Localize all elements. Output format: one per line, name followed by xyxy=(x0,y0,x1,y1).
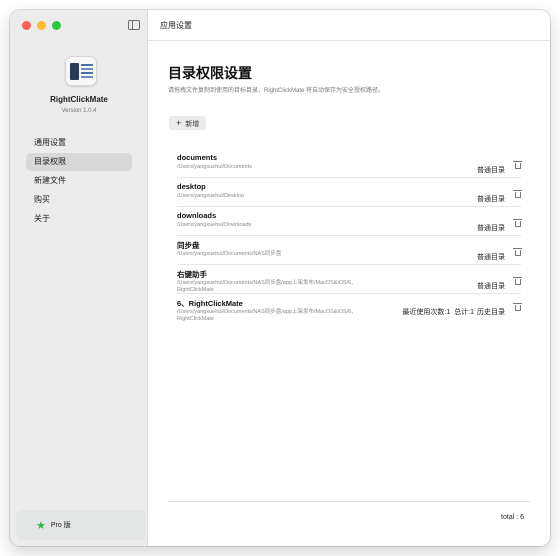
sidebar-item-about[interactable]: 关于 xyxy=(26,210,132,228)
sidebar-item-directory-permissions[interactable]: 目录权限 xyxy=(26,153,132,171)
sidebar-toggle-icon[interactable] xyxy=(128,20,140,30)
directory-row[interactable]: 同步盘 /Users/yangxuehui/Documents/NAS同步盘 普… xyxy=(177,237,522,265)
total-use-count: 总计:1 xyxy=(454,309,474,316)
directory-path: /Users/yangxuehui/Desktop xyxy=(177,193,245,199)
directory-type: 普通目录 xyxy=(477,283,505,290)
directory-type: 普通目录 xyxy=(477,254,505,261)
main-panel: 应用设置 目录权限设置 请拖拽文件复制到使用的目标目录，RightClickMa… xyxy=(148,10,550,546)
sidebar: RightClickMate Version 1.0.4 通用设置 目录权限 新… xyxy=(10,10,148,546)
directory-path: /Users/yangxuehui/Documents/NAS同步盘 xyxy=(177,251,282,257)
directory-row[interactable]: desktop /Users/yangxuehui/Desktop 普通目录 xyxy=(177,179,522,207)
add-directory-button[interactable]: + 新增 xyxy=(169,116,207,130)
sidebar-nav: 通用设置 目录权限 新建文件 购买 关于 xyxy=(26,134,132,229)
directory-path: /Users/yangxuehui/Documents/NAS同步盘/app上架… xyxy=(177,280,357,293)
pro-badge-button[interactable]: ★ Pro 版 xyxy=(16,510,146,540)
trash-icon[interactable] xyxy=(513,277,522,285)
trash-icon[interactable] xyxy=(513,219,522,227)
directory-row[interactable]: 右键助手 /Users/yangxuehui/Documents/NAS同步盘/… xyxy=(177,266,522,294)
trash-icon[interactable] xyxy=(513,248,522,256)
total-count: total : 6 xyxy=(501,514,524,521)
directory-type: 普通目录 xyxy=(477,167,505,174)
star-icon: ★ xyxy=(36,519,46,532)
footer-divider xyxy=(168,501,530,502)
directory-name: documents xyxy=(177,153,218,162)
plus-icon: + xyxy=(176,118,182,128)
sidebar-item-general[interactable]: 通用设置 xyxy=(26,134,132,152)
trash-icon[interactable] xyxy=(513,303,522,311)
page-title: 目录权限设置 xyxy=(168,65,252,81)
directory-type: 历史目录 xyxy=(477,309,505,316)
directory-name: desktop xyxy=(177,182,206,191)
app-window: RightClickMate Version 1.0.4 通用设置 目录权限 新… xyxy=(10,10,550,546)
directory-path: /Users/yangxuehui/Downloads xyxy=(177,222,252,228)
trash-icon[interactable] xyxy=(513,190,522,198)
directory-path: /Users/yangxuehui/Documents/NAS同步盘/app上架… xyxy=(177,309,357,322)
directory-path: /Users/yangxuehui/Documents xyxy=(177,164,252,170)
zoom-window-button[interactable] xyxy=(52,21,61,30)
pro-label: Pro 版 xyxy=(50,522,71,529)
window-title: 应用设置 xyxy=(148,10,550,41)
page-description: 请拖拽文件复制到使用的目标目录，RightClickMate 将自动保存为安全授… xyxy=(168,88,385,94)
directory-name: downloads xyxy=(177,211,217,220)
directory-name: 6、RightClickMate xyxy=(177,299,243,308)
recent-use-count: 最近使用次数:1 xyxy=(402,309,451,316)
directory-row[interactable]: 6、RightClickMate /Users/yangxuehui/Docum… xyxy=(177,295,522,331)
directory-row[interactable]: downloads /Users/yangxuehui/Downloads 普通… xyxy=(177,208,522,236)
minimize-window-button[interactable] xyxy=(37,21,46,30)
directory-name: 同步盘 xyxy=(177,241,200,250)
window-controls xyxy=(22,21,61,30)
directory-type: 普通目录 xyxy=(477,196,505,203)
directory-list: documents /Users/yangxuehui/Documents 普通… xyxy=(177,150,522,332)
sidebar-item-purchase[interactable]: 购买 xyxy=(26,191,132,209)
directory-name: 右键助手 xyxy=(177,270,207,279)
add-button-label: 新增 xyxy=(185,121,200,128)
trash-icon[interactable] xyxy=(513,161,522,169)
app-version: Version 1.0.4 xyxy=(61,108,97,114)
app-name: RightClickMate xyxy=(50,95,108,104)
directory-usage-stats: 最近使用次数:1 总计:1 xyxy=(402,307,474,317)
app-logo xyxy=(65,56,97,86)
directory-type: 普通目录 xyxy=(477,225,505,232)
directory-row[interactable]: documents /Users/yangxuehui/Documents 普通… xyxy=(177,150,522,178)
sidebar-item-new-file[interactable]: 新建文件 xyxy=(26,172,132,190)
close-window-button[interactable] xyxy=(22,21,31,30)
